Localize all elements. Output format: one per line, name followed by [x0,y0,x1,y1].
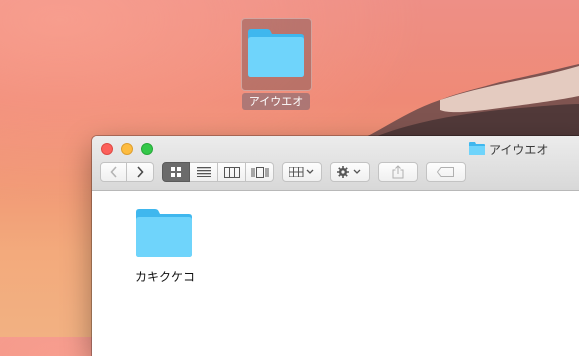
finder-window[interactable]: アイウエオ カキクケコ [92,136,579,356]
chevron-right-icon [137,166,144,178]
desktop-folder[interactable]: アイウエオ [238,17,314,113]
desktop-folder-label: アイウエオ [242,93,310,110]
action-button[interactable] [330,162,370,182]
icon-view-button[interactable] [162,162,190,182]
list-view-icon [196,167,211,177]
close-button[interactable] [101,143,113,155]
back-button[interactable] [100,162,127,182]
coverflow-view-button[interactable] [246,162,274,182]
column-view-button[interactable] [218,162,246,182]
minimize-button[interactable] [121,143,133,155]
share-icon [392,165,404,179]
view-mode-control [162,162,274,182]
title-folder-icon [469,142,485,155]
nav-buttons [100,162,154,182]
file-browser[interactable]: カキクケコ [92,191,579,356]
icon-view-icon [171,167,181,177]
arrange-icon [289,167,314,177]
folder-icon [248,29,304,77]
column-view-icon [223,166,240,178]
folder-icon [136,209,192,257]
gear-icon [337,166,361,178]
tags-button[interactable] [426,162,466,182]
toolbar: アイウエオ [92,136,579,191]
share-button[interactable] [378,162,418,182]
chevron-left-icon [109,166,117,178]
list-view-button[interactable] [190,162,218,182]
tag-icon [437,167,454,177]
folder-item-label: カキクケコ [134,270,195,284]
zoom-button[interactable] [141,143,153,155]
forward-button[interactable] [127,162,154,182]
arrange-button[interactable] [282,162,322,182]
window-title-text: アイウエオ [489,143,549,157]
coverflow-view-icon [251,166,268,178]
